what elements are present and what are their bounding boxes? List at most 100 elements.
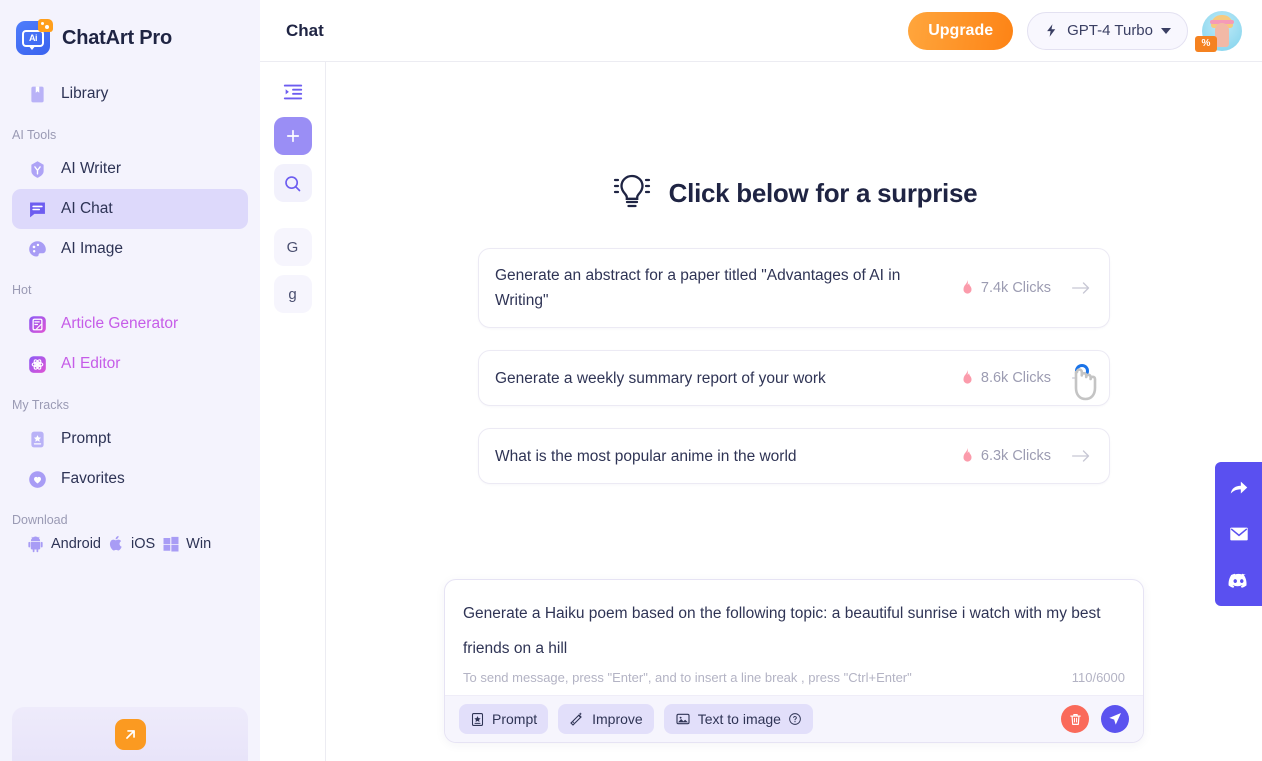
click-count-label: 8.6k Clicks	[980, 370, 1051, 386]
article-icon	[29, 315, 46, 333]
surprise-heading: Click below for a surprise	[611, 170, 978, 216]
click-count: 8.6k Clicks	[961, 370, 1051, 386]
tool-label: Text to image	[697, 711, 781, 727]
chat-history-item[interactable]: G	[273, 228, 312, 266]
new-chat-button[interactable]	[273, 117, 312, 155]
main-panel: Chat Upgrade GPT-4 Turbo % G g Click bel…	[260, 0, 1262, 761]
suggestion-card[interactable]: What is the most popular anime in the wo…	[478, 428, 1110, 484]
social-dock	[1215, 462, 1262, 606]
writer-icon	[31, 160, 44, 178]
android-icon	[28, 536, 43, 553]
section-title-hot: Hot	[12, 283, 32, 297]
upgrade-button[interactable]: Upgrade	[908, 11, 1014, 50]
click-count: 6.3k Clicks	[961, 448, 1051, 464]
sidebar-item-label: AI Editor	[61, 355, 121, 372]
improve-button[interactable]: Improve	[558, 704, 654, 734]
prompt-icon	[31, 431, 44, 447]
lightbulb-icon	[613, 174, 650, 208]
download-windows[interactable]: Win	[162, 535, 211, 553]
page-heading: Click below for a surprise	[668, 177, 978, 208]
section-title-ai-tools: AI Tools	[12, 128, 57, 142]
chat-history-item[interactable]: g	[273, 275, 312, 313]
trash-icon	[1069, 713, 1081, 725]
ai-logo-icon: Ai	[16, 19, 53, 55]
sidebar-item-label: AI Writer	[61, 160, 121, 177]
topbar-actions: Upgrade GPT-4 Turbo %	[908, 10, 1242, 52]
section-title-download: Download	[12, 513, 68, 527]
flame-icon	[963, 280, 972, 294]
prompt-box-icon	[471, 712, 484, 726]
sidebar-item-label: Prompt	[61, 430, 111, 447]
suggestion-meta: 7.4k Clicks	[961, 280, 1091, 296]
sidebar-item-ai-image[interactable]: AI Image	[12, 229, 248, 269]
collapse-panel-icon[interactable]	[277, 76, 309, 108]
sidebar-item-label: AI Image	[61, 240, 124, 257]
click-count-label: 7.4k Clicks	[980, 280, 1051, 296]
lightning-icon	[1047, 24, 1056, 37]
arrow-right-icon	[1072, 450, 1090, 462]
send-icon	[1109, 713, 1121, 725]
promo-card[interactable]	[12, 707, 248, 761]
flame-icon	[963, 448, 972, 462]
download-label: Win	[186, 535, 212, 552]
suggestion-meta: 6.3k Clicks	[961, 448, 1091, 464]
sidebar-item-label: Favorites	[61, 470, 125, 487]
suggestion-card[interactable]: Generate an abstract for a paper titled …	[478, 248, 1110, 328]
plus-icon	[286, 129, 299, 143]
section-title-my-tracks: My Tracks	[12, 398, 69, 412]
sidebar-item-favorites[interactable]: Favorites	[12, 459, 248, 499]
download-label: iOS	[130, 535, 156, 552]
heart-icon	[29, 470, 46, 488]
message-input[interactable]: Generate a Haiku poem based on the follo…	[445, 580, 1143, 666]
question-mark-icon[interactable]	[788, 712, 802, 726]
app-root: Ai ChatArt Pro Library AI Tools AI Write…	[0, 0, 1262, 761]
brand[interactable]: Ai ChatArt Pro	[0, 0, 260, 62]
send-button[interactable]	[1101, 705, 1129, 733]
delete-button[interactable]	[1061, 705, 1089, 733]
search-button[interactable]	[273, 164, 312, 202]
sidebar-item-library[interactable]: Library	[12, 74, 248, 114]
discord-icon[interactable]	[1227, 568, 1251, 592]
tool-label: Prompt	[492, 711, 538, 727]
sidebar-item-label: AI Chat	[61, 200, 113, 217]
model-label: GPT-4 Turbo	[1067, 22, 1153, 39]
discount-badge: %	[1195, 35, 1217, 52]
suggestion-list: Generate an abstract for a paper titled …	[478, 248, 1110, 484]
bookmark-icon	[31, 86, 44, 102]
sidebar-item-ai-chat[interactable]: AI Chat	[12, 189, 248, 229]
sidebar-item-article-generator[interactable]: Article Generator	[12, 304, 248, 344]
mail-icon[interactable]	[1227, 522, 1251, 546]
suggestion-text: Generate an abstract for a paper titled …	[495, 267, 901, 309]
suggestion-card[interactable]: Generate a weekly summary report of your…	[478, 350, 1110, 406]
download-android[interactable]: Android	[26, 534, 101, 553]
download-ios[interactable]: iOS	[108, 534, 155, 553]
sidebar: Ai ChatArt Pro Library AI Tools AI Write…	[0, 0, 260, 761]
sidebar-item-label: Library	[61, 85, 109, 102]
apple-icon	[109, 535, 122, 551]
composer-toolbar: Prompt Improve Text to image	[445, 695, 1143, 742]
download-label: Android	[51, 535, 101, 552]
sidebar-item-ai-editor[interactable]: AI Editor	[12, 344, 248, 384]
chat-rail: G g	[260, 62, 326, 761]
text-to-image-button[interactable]: Text to image	[663, 704, 813, 734]
click-count: 7.4k Clicks	[961, 280, 1051, 296]
image-icon	[676, 713, 690, 725]
share-icon[interactable]	[1227, 476, 1251, 500]
composer-meta: To send message, press "Enter", and to i…	[445, 666, 1143, 695]
chevron-down-icon	[1161, 27, 1171, 34]
flame-icon	[963, 370, 972, 384]
arrow-right-icon	[1072, 282, 1090, 294]
download-row: Android iOS Win	[0, 534, 260, 553]
sidebar-item-prompt[interactable]: Prompt	[12, 419, 248, 459]
atom-icon	[29, 355, 46, 373]
suggestion-text: Generate a weekly summary report of your…	[495, 369, 826, 387]
sidebar-item-ai-writer[interactable]: AI Writer	[12, 149, 248, 189]
model-selector[interactable]: GPT-4 Turbo	[1027, 11, 1188, 50]
promo-open-button[interactable]	[114, 718, 146, 750]
arrow-up-right-icon	[125, 729, 135, 739]
suggestion-meta: 8.6k Clicks	[961, 370, 1091, 386]
brand-name: ChatArt Pro	[62, 26, 173, 49]
prompt-button[interactable]: Prompt	[459, 704, 549, 734]
char-counter: 110/6000	[1071, 670, 1125, 685]
search-icon	[285, 175, 301, 191]
